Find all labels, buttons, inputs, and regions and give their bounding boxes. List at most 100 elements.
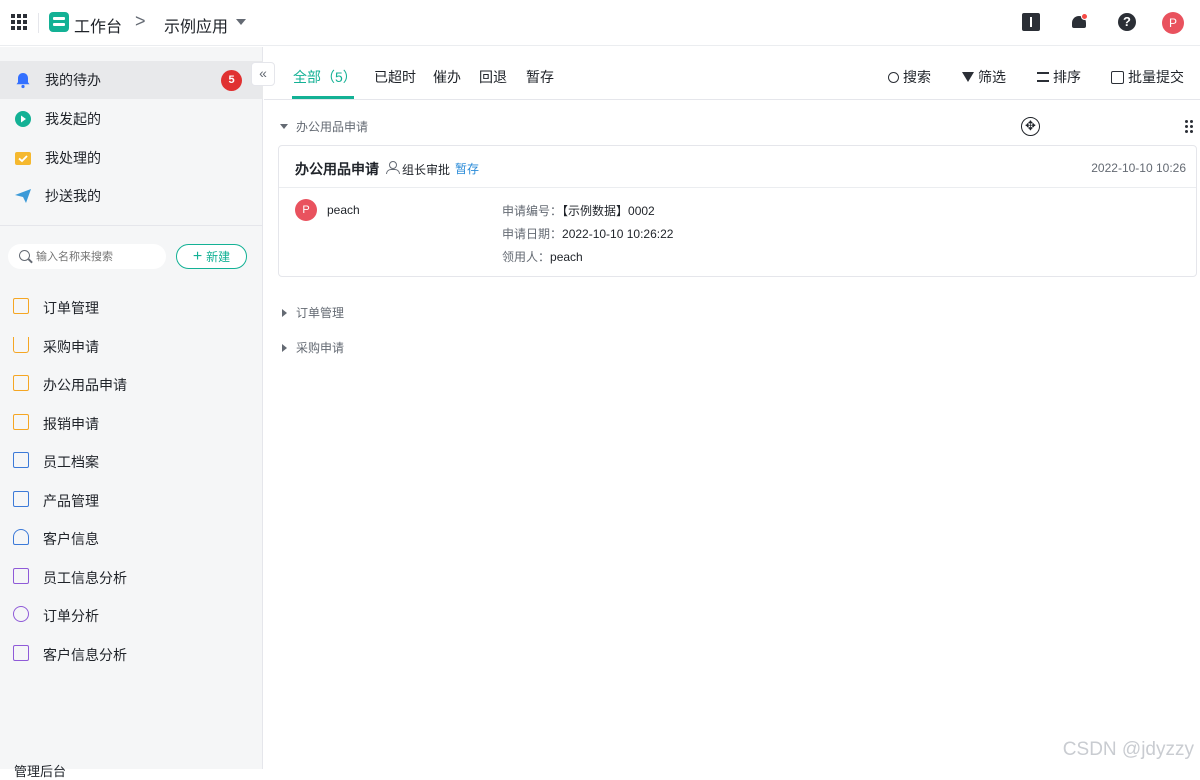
search-tool-label: 搜索 bbox=[903, 67, 931, 87]
group-title: 采购申请 bbox=[296, 339, 344, 356]
notification-bell-icon[interactable] bbox=[1070, 13, 1088, 31]
divider bbox=[38, 13, 39, 33]
notebook-icon[interactable] bbox=[1022, 13, 1040, 31]
help-icon[interactable]: ? bbox=[1118, 13, 1136, 31]
sidebar-form-product-management[interactable]: 产品管理 bbox=[0, 480, 263, 518]
pending-count-badge: 5 bbox=[221, 70, 242, 91]
field-recipient: 领用人：peach bbox=[502, 248, 583, 265]
sidebar-item-my-todo[interactable]: 我的待办 5 bbox=[0, 61, 263, 99]
field-key: 领用人： bbox=[502, 250, 550, 264]
field-key: 申请日期： bbox=[502, 227, 562, 241]
workspace-logo-icon bbox=[49, 12, 69, 32]
sidebar-item-initiated[interactable]: 我发起的 bbox=[0, 100, 263, 138]
filter-tool-button[interactable]: 筛选 bbox=[962, 67, 1006, 87]
check-box-icon bbox=[14, 149, 32, 167]
search-icon bbox=[888, 72, 899, 83]
sidebar-form-order-analysis[interactable]: 订单分析 bbox=[0, 595, 263, 633]
sidebar-item-label: 我发起的 bbox=[45, 109, 101, 129]
user-icon bbox=[13, 529, 29, 545]
new-form-button[interactable]: + 新建 bbox=[176, 244, 247, 269]
document-icon bbox=[13, 452, 29, 468]
bar-chart-icon bbox=[13, 568, 29, 584]
group-header-office-supplies[interactable]: 办公用品申请 bbox=[280, 118, 368, 135]
form-label: 报销申请 bbox=[43, 414, 99, 434]
tab-returned[interactable]: 回退 bbox=[479, 67, 507, 87]
applicant-name: peach bbox=[327, 203, 360, 217]
sidebar-form-customer-analysis[interactable]: 客户信息分析 bbox=[0, 634, 263, 672]
form-search-input[interactable] bbox=[36, 248, 161, 265]
tab-overdue[interactable]: 已超时 bbox=[374, 67, 416, 87]
sidebar-form-purchase[interactable]: 采购申请 bbox=[0, 326, 263, 364]
approval-node-name: 组长审批 bbox=[402, 161, 450, 178]
batch-submit-icon bbox=[1111, 71, 1124, 84]
search-tool-button[interactable]: 搜索 bbox=[888, 67, 931, 87]
field-key: 申请编号： bbox=[502, 204, 562, 218]
sidebar-item-handled[interactable]: 我处理的 bbox=[0, 139, 263, 177]
cart-icon bbox=[13, 337, 29, 353]
move-cursor-icon: ✥ bbox=[1021, 117, 1040, 136]
field-value: peach bbox=[550, 250, 583, 264]
sidebar-item-label: 抄送我的 bbox=[45, 186, 101, 206]
watermark: CSDN @jdyzzy bbox=[1063, 739, 1194, 761]
sidebar-form-customer-info[interactable]: 客户信息 bbox=[0, 518, 263, 556]
app-name[interactable]: 示例应用 bbox=[164, 13, 228, 37]
receipt-icon bbox=[13, 414, 29, 430]
form-label: 订单管理 bbox=[43, 298, 99, 318]
batch-submit-button[interactable]: 批量提交 bbox=[1111, 67, 1184, 87]
task-card[interactable]: 办公用品申请 组长审批 暂存 2022-10-10 10:26 P peach … bbox=[278, 145, 1197, 277]
apps-grid-icon[interactable] bbox=[11, 14, 27, 30]
sidebar: 我的待办 5 我发起的 我处理的 抄送我的 + 新建 订单管理 采购申请 办公用… bbox=[0, 47, 263, 769]
search-icon bbox=[19, 250, 30, 261]
form-label: 采购申请 bbox=[43, 337, 99, 357]
play-icon bbox=[14, 110, 32, 128]
order-form-icon bbox=[13, 298, 29, 314]
tabs-bar: 全部（5） 已超时 催办 回退 暂存 搜索 筛选 排序 批量提交 bbox=[264, 47, 1200, 100]
workspace-title[interactable]: 工作台 bbox=[74, 13, 122, 37]
sidebar-form-order-management[interactable]: 订单管理 bbox=[0, 287, 263, 325]
bell-icon bbox=[14, 71, 32, 89]
tab-draft[interactable]: 暂存 bbox=[526, 67, 554, 87]
form-label: 员工档案 bbox=[43, 452, 99, 472]
status-badge: 暂存 bbox=[455, 160, 479, 177]
tab-urged[interactable]: 催办 bbox=[433, 67, 461, 87]
pie-chart-icon bbox=[13, 606, 29, 622]
send-icon bbox=[14, 187, 32, 205]
field-value: 【示例数据】0002 bbox=[562, 204, 655, 218]
form-label: 员工信息分析 bbox=[43, 568, 127, 588]
sidebar-item-cc[interactable]: 抄送我的 bbox=[0, 177, 263, 215]
sidebar-form-office-supplies[interactable]: 办公用品申请 bbox=[0, 364, 263, 402]
group-title: 办公用品申请 bbox=[296, 118, 368, 135]
caret-right-icon bbox=[282, 344, 287, 352]
sidebar-form-employee-analysis[interactable]: 员工信息分析 bbox=[0, 557, 263, 595]
group-header-order-management[interactable]: 订单管理 bbox=[280, 304, 344, 321]
sort-tool-button[interactable]: 排序 bbox=[1037, 67, 1081, 87]
store-icon bbox=[13, 491, 29, 507]
field-application-date: 申请日期：2022-10-10 10:26:22 bbox=[502, 225, 673, 242]
filter-icon bbox=[962, 72, 974, 82]
field-application-number: 申请编号：【示例数据】0002 bbox=[502, 202, 655, 219]
form-label: 客户信息 bbox=[43, 529, 99, 549]
collapse-sidebar-button[interactable]: « bbox=[251, 62, 275, 86]
user-avatar[interactable]: P bbox=[1162, 12, 1184, 34]
sidebar-form-employee-records[interactable]: 员工档案 bbox=[0, 441, 263, 479]
field-value: 2022-10-10 10:26:22 bbox=[562, 227, 673, 241]
app-switch-caret-icon[interactable] bbox=[236, 19, 246, 25]
approval-node-icon bbox=[386, 161, 398, 173]
mail-icon bbox=[13, 375, 29, 391]
active-tab-indicator bbox=[292, 96, 354, 99]
group-header-purchase[interactable]: 采购申请 bbox=[280, 339, 344, 356]
monitor-chart-icon bbox=[13, 645, 29, 661]
tab-all[interactable]: 全部（5） bbox=[293, 67, 357, 87]
sidebar-form-reimbursement[interactable]: 报销申请 bbox=[0, 403, 263, 441]
sort-tool-label: 排序 bbox=[1053, 67, 1081, 87]
group-title: 订单管理 bbox=[296, 304, 344, 321]
filter-tool-label: 筛选 bbox=[978, 67, 1006, 87]
batch-submit-label: 批量提交 bbox=[1128, 67, 1184, 87]
drag-handle-icon[interactable] bbox=[1185, 120, 1194, 131]
task-timestamp: 2022-10-10 10:26 bbox=[1091, 161, 1186, 175]
form-label: 办公用品申请 bbox=[43, 375, 127, 395]
form-search-box[interactable] bbox=[8, 244, 166, 269]
task-card-header: 办公用品申请 组长审批 暂存 2022-10-10 10:26 bbox=[279, 146, 1196, 188]
new-button-label: 新建 bbox=[206, 248, 230, 265]
admin-console-link[interactable]: 管理后台 bbox=[14, 761, 66, 780]
